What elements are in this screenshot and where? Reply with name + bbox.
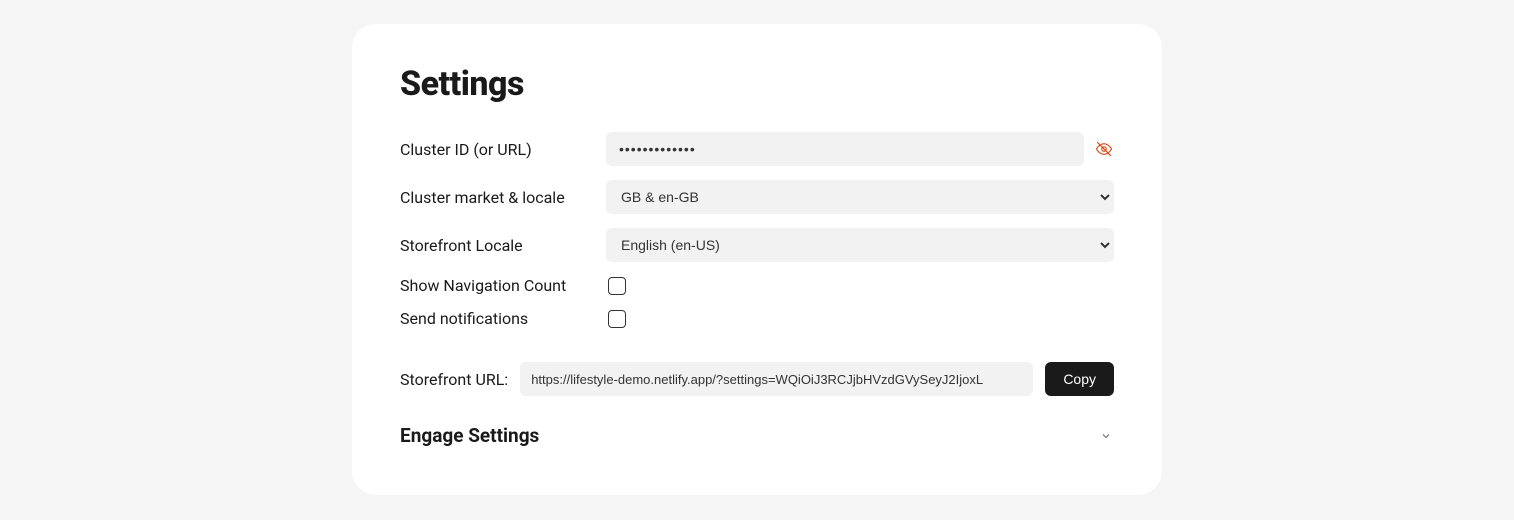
page-title: Settings	[400, 64, 1114, 104]
show-nav-count-wrap	[606, 277, 1114, 295]
send-notifications-wrap	[606, 310, 1114, 328]
storefront-locale-wrap: English (en-US)	[606, 228, 1114, 262]
engage-settings-title: Engage Settings	[400, 424, 539, 447]
eye-hidden-icon[interactable]	[1094, 139, 1114, 159]
show-nav-count-checkbox[interactable]	[608, 277, 626, 295]
cluster-id-label: Cluster ID (or URL)	[400, 140, 606, 159]
storefront-url-input[interactable]	[520, 362, 1033, 396]
show-nav-count-label: Show Navigation Count	[400, 276, 606, 295]
storefront-url-label: Storefront URL:	[400, 370, 508, 389]
cluster-id-input[interactable]	[606, 132, 1084, 166]
engage-settings-header[interactable]: Engage Settings	[400, 424, 1114, 447]
chevron-down-icon	[1098, 428, 1114, 444]
send-notifications-label: Send notifications	[400, 309, 606, 328]
market-locale-select[interactable]: GB & en-GB	[606, 180, 1114, 214]
storefront-url-row: Storefront URL: Copy	[400, 362, 1114, 396]
settings-card: Settings Cluster ID (or URL) Cluster mar…	[352, 24, 1162, 495]
send-notifications-row: Send notifications	[400, 309, 1114, 328]
storefront-locale-row: Storefront Locale English (en-US)	[400, 228, 1114, 262]
cluster-id-row: Cluster ID (or URL)	[400, 132, 1114, 166]
market-locale-label: Cluster market & locale	[400, 188, 606, 207]
cluster-id-wrap	[606, 132, 1114, 166]
send-notifications-checkbox[interactable]	[608, 310, 626, 328]
storefront-locale-label: Storefront Locale	[400, 236, 606, 255]
copy-button[interactable]: Copy	[1045, 362, 1114, 396]
market-locale-row: Cluster market & locale GB & en-GB	[400, 180, 1114, 214]
market-locale-wrap: GB & en-GB	[606, 180, 1114, 214]
storefront-locale-select[interactable]: English (en-US)	[606, 228, 1114, 262]
show-nav-count-row: Show Navigation Count	[400, 276, 1114, 295]
